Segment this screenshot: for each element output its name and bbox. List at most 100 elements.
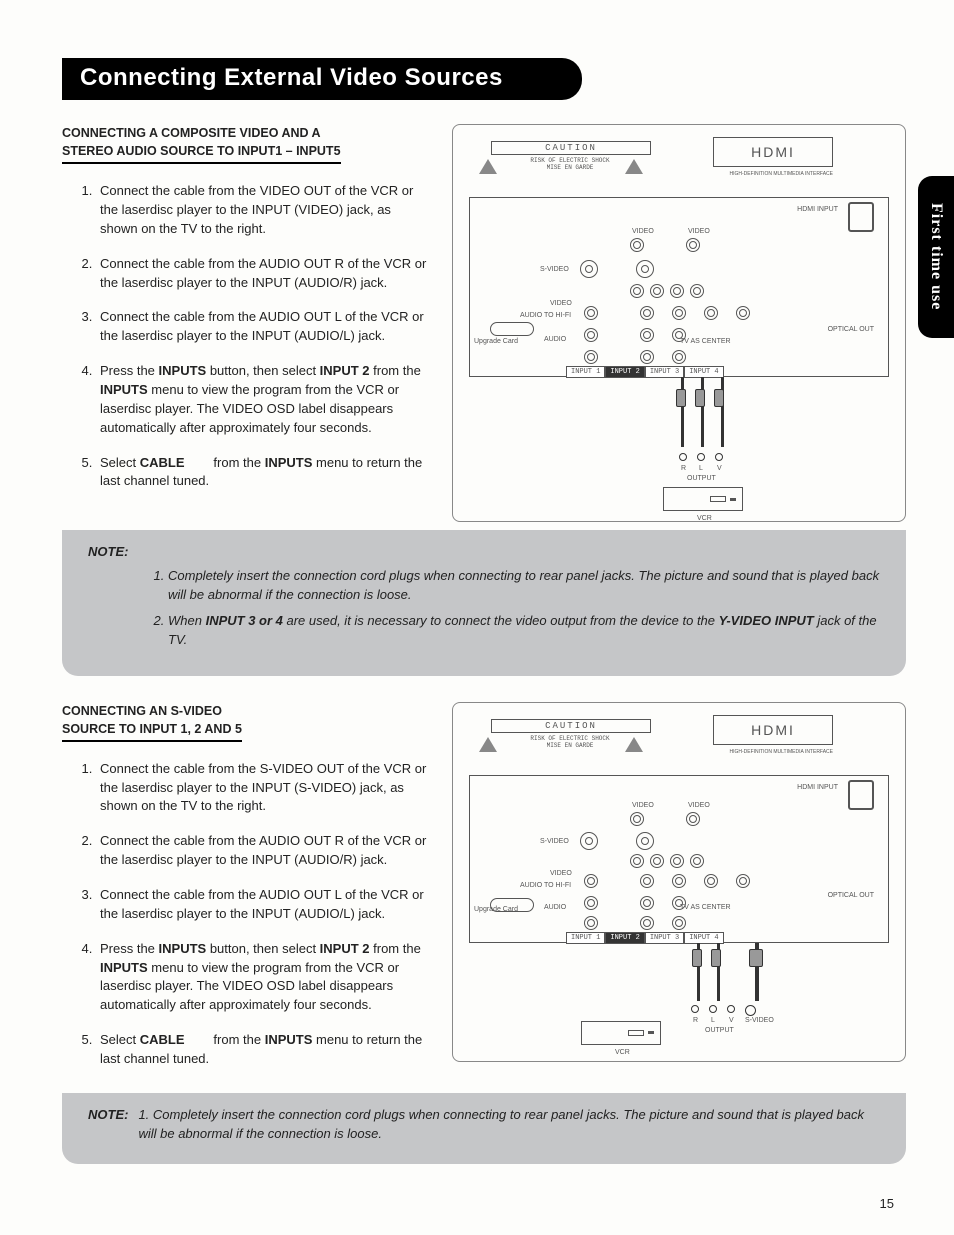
step: Connect the cable from the AUDIO OUT R o… bbox=[96, 255, 432, 293]
t: from the bbox=[185, 455, 265, 470]
t: AUDIO TO HI-FI bbox=[520, 312, 571, 319]
t: R bbox=[693, 1017, 698, 1024]
t: from the bbox=[185, 1032, 265, 1047]
t: S-VIDEO bbox=[540, 266, 569, 273]
t: INPUTS bbox=[100, 382, 148, 397]
t: HDMI INPUT bbox=[797, 206, 838, 213]
t: VIDEO bbox=[688, 802, 710, 809]
t: RISK OF ELECTRIC SHOCK bbox=[530, 157, 609, 164]
hdmi-logo: HDMI bbox=[713, 715, 833, 745]
section1-steps: Connect the cable from the VIDEO OUT of … bbox=[62, 182, 432, 491]
step-text: Connect the cable from the AUDIO OUT L o… bbox=[100, 309, 424, 343]
t: INPUT 3 bbox=[645, 366, 684, 378]
step-text: Connect the cable from the AUDIO OUT R o… bbox=[100, 833, 426, 867]
note-label: NOTE: bbox=[88, 1105, 128, 1125]
t: OUTPUT bbox=[705, 1027, 734, 1034]
t: Press the bbox=[100, 363, 159, 378]
t: INPUT 2 bbox=[605, 366, 644, 378]
note-list: Completely insert the connection cord pl… bbox=[88, 566, 880, 650]
t: from the bbox=[370, 941, 421, 956]
t: OPTICAL OUT bbox=[828, 892, 874, 899]
step: Select CABLE from the INPUTS menu to ret… bbox=[96, 454, 432, 492]
step-text: Connect the cable from the AUDIO OUT R o… bbox=[100, 256, 426, 290]
t: VIDEO bbox=[550, 870, 572, 877]
step-text: Connect the cable from the AUDIO OUT L o… bbox=[100, 887, 424, 921]
t: INPUTS bbox=[265, 455, 313, 470]
t: button, then select bbox=[206, 941, 319, 956]
t: TV AS CENTER bbox=[680, 338, 731, 345]
t: Upgrade Card bbox=[474, 338, 518, 345]
page-title: Connecting External Video Sources bbox=[62, 58, 582, 100]
note-item: Completely insert the connection cord pl… bbox=[168, 566, 880, 605]
t: are used, it is necessary to connect the… bbox=[283, 613, 719, 628]
rca-plug-icon bbox=[695, 389, 705, 407]
step: Connect the cable from the VIDEO OUT of … bbox=[96, 182, 432, 239]
t: INPUT 2 bbox=[605, 932, 644, 944]
t: VCR bbox=[615, 1049, 630, 1056]
t: Completely insert the connection cord pl… bbox=[168, 568, 879, 603]
svideo-plug-icon bbox=[749, 949, 763, 967]
rca-plug-icon bbox=[692, 949, 702, 967]
t: AUDIO bbox=[544, 336, 566, 343]
step: Select CABLE from the INPUTS menu to ret… bbox=[96, 1031, 432, 1069]
section1-heading-l2: STEREO AUDIO SOURCE TO INPUT1 – INPUT5 bbox=[62, 142, 341, 160]
caution-label: CAUTION bbox=[491, 141, 651, 155]
side-tab: First time use bbox=[918, 176, 954, 338]
section2-heading: CONNECTING AN S-VIDEO SOURCE TO INPUT 1,… bbox=[62, 702, 242, 742]
hdmi-port-icon bbox=[848, 780, 874, 810]
t: Select bbox=[100, 455, 140, 470]
rca-plug-icon bbox=[711, 949, 721, 967]
upgrade-slot-icon bbox=[490, 322, 534, 336]
step-text: Connect the cable from the VIDEO OUT of … bbox=[100, 183, 413, 236]
t: HDMI bbox=[751, 722, 795, 738]
connection-diagram-svideo: CAUTION RISK OF ELECTRIC SHOCK MISE EN G… bbox=[452, 702, 906, 1062]
section2-heading-l1: CONNECTING AN S-VIDEO bbox=[62, 704, 222, 718]
t: TV AS CENTER bbox=[680, 904, 731, 911]
t: CABLE bbox=[140, 1032, 185, 1047]
t: button, then select bbox=[206, 363, 319, 378]
t: CABLE bbox=[140, 455, 185, 470]
caution-label: CAUTION bbox=[491, 719, 651, 733]
t: When bbox=[168, 613, 206, 628]
t: HIGH-DEFINITION MULTIMEDIA INTERFACE bbox=[729, 749, 833, 755]
input-tabs: INPUT 1 INPUT 2 INPUT 3 INPUT 4 bbox=[566, 366, 724, 378]
page-number: 15 bbox=[880, 1196, 894, 1211]
t: V bbox=[729, 1017, 734, 1024]
hdmi-logo: HDMI bbox=[713, 137, 833, 167]
t: Press the bbox=[100, 941, 159, 956]
t: VIDEO bbox=[632, 228, 654, 235]
t: INPUTS bbox=[159, 941, 207, 956]
t: OUTPUT bbox=[687, 475, 716, 482]
t: VCR bbox=[697, 515, 712, 522]
step: Connect the cable from the AUDIO OUT R o… bbox=[96, 832, 432, 870]
t: OPTICAL OUT bbox=[828, 326, 874, 333]
note-item: When INPUT 3 or 4 are used, it is necess… bbox=[168, 611, 880, 650]
risk-label: RISK OF ELECTRIC SHOCK MISE EN GARDE bbox=[515, 735, 625, 749]
t: V bbox=[717, 465, 722, 472]
step: Connect the cable from the S-VIDEO OUT o… bbox=[96, 760, 432, 817]
t: S-VIDEO bbox=[540, 838, 569, 845]
t: HIGH-DEFINITION MULTIMEDIA INTERFACE bbox=[729, 171, 833, 177]
t: HDMI bbox=[751, 144, 795, 160]
t: HDMI INPUT bbox=[797, 784, 838, 791]
t: L bbox=[699, 465, 703, 472]
note-label: NOTE: bbox=[88, 542, 880, 562]
t: S-VIDEO bbox=[745, 1017, 774, 1024]
t: INPUT 3 bbox=[645, 932, 684, 944]
risk-label: RISK OF ELECTRIC SHOCK MISE EN GARDE bbox=[515, 157, 625, 171]
t: INPUT 1 bbox=[566, 932, 605, 944]
upgrade-slot-icon bbox=[490, 898, 534, 912]
step: Press the INPUTS button, then select INP… bbox=[96, 940, 432, 1015]
section1-note: NOTE: Completely insert the connection c… bbox=[62, 530, 906, 676]
connection-diagram-composite: CAUTION RISK OF ELECTRIC SHOCK MISE EN G… bbox=[452, 124, 906, 522]
hdmi-port-icon bbox=[848, 202, 874, 232]
step: Press the INPUTS button, then select INP… bbox=[96, 362, 432, 437]
step-text: Connect the cable from the S-VIDEO OUT o… bbox=[100, 761, 426, 814]
t: VIDEO bbox=[688, 228, 710, 235]
vcr-icon bbox=[663, 487, 743, 511]
t: MISE EN GARDE bbox=[547, 164, 594, 171]
rca-plug-icon bbox=[676, 389, 686, 407]
t: INPUT 3 or 4 bbox=[206, 613, 283, 628]
t: AUDIO bbox=[544, 904, 566, 911]
section2-heading-l2: SOURCE TO INPUT 1, 2 AND 5 bbox=[62, 720, 242, 738]
